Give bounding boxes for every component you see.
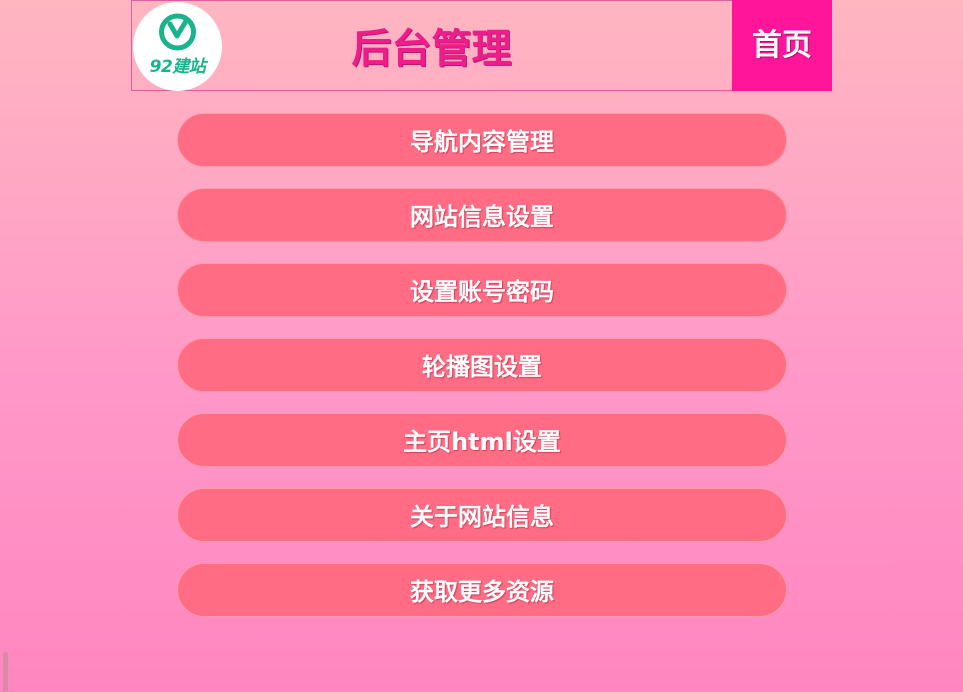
home-button[interactable]: 首页 xyxy=(732,0,832,91)
header-bar: 92建站 后台管理 首页 xyxy=(131,0,832,91)
account-password-button[interactable]: 设置账号密码 xyxy=(177,263,787,317)
about-site-button[interactable]: 关于网站信息 xyxy=(177,488,787,542)
carousel-settings-button[interactable]: 轮播图设置 xyxy=(177,338,787,392)
admin-menu: 导航内容管理 网站信息设置 设置账号密码 轮播图设置 主页html设置 关于网站… xyxy=(177,113,787,638)
scrollbar-handle[interactable] xyxy=(3,652,8,692)
homepage-html-settings-button[interactable]: 主页html设置 xyxy=(177,413,787,467)
nav-content-manage-button[interactable]: 导航内容管理 xyxy=(177,113,787,167)
page-title: 后台管理 xyxy=(351,26,512,72)
more-resources-button[interactable]: 获取更多资源 xyxy=(177,563,787,617)
site-info-settings-button[interactable]: 网站信息设置 xyxy=(177,188,787,242)
